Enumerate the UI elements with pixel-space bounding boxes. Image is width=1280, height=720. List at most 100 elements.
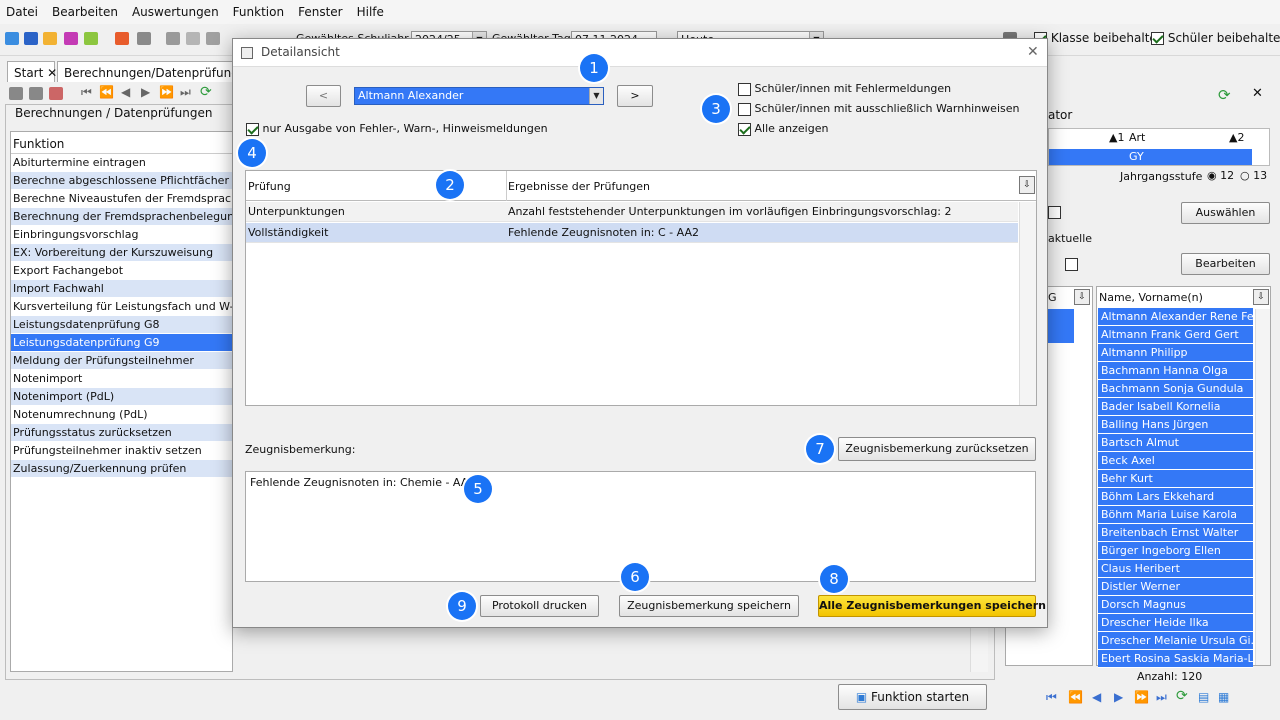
zeugnis-speichern-button[interactable]: Zeugnisbemerkung speichern [619, 595, 799, 617]
student-row[interactable]: Bartsch Almut [1098, 434, 1253, 452]
menu-item-0[interactable]: Datei [6, 5, 38, 19]
jg-12-radio[interactable]: ◉ 12 [1207, 169, 1234, 182]
first-icon[interactable]: ⏮ [1046, 690, 1057, 705]
save-icon[interactable] [9, 87, 23, 100]
grid-icon[interactable]: ▦ [1218, 690, 1229, 704]
toolbar-icon-2[interactable] [24, 32, 38, 45]
student-row[interactable]: Altmann Alexander Rene Fe... [1098, 308, 1253, 326]
col-ergebnis-header[interactable]: Ergebnisse der Prüfungen [508, 180, 650, 193]
g-column-header[interactable]: G [1048, 291, 1057, 304]
function-row[interactable]: Leistungsdatenprüfung G8 [11, 316, 232, 334]
column-menu-icon[interactable]: ⇩ [1074, 289, 1090, 305]
back-icon[interactable]: ◀ [1092, 690, 1101, 704]
export-icon[interactable] [49, 87, 63, 100]
function-row[interactable]: Leistungsdatenprüfung G9 [11, 334, 232, 352]
toolbar-icon-5[interactable] [84, 32, 98, 45]
lightning-icon[interactable] [206, 32, 220, 45]
function-row[interactable]: Prüfungsstatus zurücksetzen [11, 424, 232, 442]
art-col-header[interactable]: Art [1129, 131, 1145, 144]
grid-row[interactable]: Vollständigkeit Fehlende Zeugnisnoten in:… [246, 223, 1018, 243]
filter-alle-checkbox[interactable]: Alle anzeigen [738, 122, 828, 136]
student-row[interactable]: Dorsch Magnus [1098, 596, 1253, 614]
function-row[interactable]: Prüfungsteilnehmer inaktiv setzen [11, 442, 232, 460]
student-row[interactable]: Bürger Ingeborg Ellen [1098, 542, 1253, 560]
refresh-icon[interactable]: ⟳ [200, 84, 212, 100]
names-header[interactable]: Name, Vorname(n) [1099, 291, 1203, 304]
tab-berechnungen[interactable]: Berechnungen/Datenprüfungen [57, 61, 237, 82]
last-icon[interactable]: ⏭ [180, 85, 191, 100]
function-row[interactable]: Export Fachangebot [11, 262, 232, 280]
menu-item-4[interactable]: Fenster [298, 5, 343, 19]
menu-item-1[interactable]: Bearbeiten [52, 5, 118, 19]
function-row[interactable]: Einbringungsvorschlag [11, 226, 232, 244]
toolbar-icon-1[interactable] [5, 32, 19, 45]
student-row[interactable]: Balling Hans Jürgen [1098, 416, 1253, 434]
fast-back-icon[interactable]: ⏪ [1068, 690, 1083, 704]
function-row[interactable]: Notenimport (PdL) [11, 388, 232, 406]
student-row[interactable]: Bachmann Hanna Olga [1098, 362, 1253, 380]
grid-scrollbar[interactable] [1019, 202, 1036, 405]
function-row[interactable]: Notenimport [11, 370, 232, 388]
checkbox-icon[interactable] [1064, 257, 1078, 271]
student-row[interactable]: Beck Axel [1098, 452, 1253, 470]
student-row[interactable]: Breitenbach Ernst Walter [1098, 524, 1253, 542]
col-pruefung-header[interactable]: Prüfung [248, 180, 291, 193]
student-row[interactable]: Altmann Frank Gerd Gert [1098, 326, 1253, 344]
function-row[interactable]: EX: Vorbereitung der Kurszuweisung [11, 244, 232, 262]
toolbar-icon-8[interactable] [166, 32, 180, 45]
function-row[interactable]: Kursverteilung für Leistungsfach und W-S… [11, 298, 232, 316]
close-icon[interactable]: ✕ [1027, 44, 1039, 60]
toolbar-icon-3[interactable] [43, 32, 57, 45]
toolbar-icon-9[interactable] [186, 32, 200, 45]
sort-col-2[interactable]: ▲2 [1229, 131, 1244, 144]
g-selected-row[interactable] [1046, 309, 1074, 343]
close-icon[interactable]: ✕ [1252, 86, 1263, 101]
alle-speichern-button[interactable]: Alle Zeugnisbemerkungen speichern [818, 595, 1046, 617]
prev-student-button[interactable]: < [306, 85, 341, 107]
zeugnis-reset-button[interactable]: Zeugnisbemerkung zurücksetzen [838, 437, 1036, 461]
function-row[interactable]: Notenumrechnung (PdL) [11, 406, 232, 424]
checkbox-icon[interactable] [1048, 205, 1061, 219]
student-row[interactable]: Distler Werner [1098, 578, 1253, 596]
refresh-icon[interactable]: ⟳ [1176, 688, 1188, 704]
fast-back-icon[interactable]: ⏪ [99, 85, 114, 99]
toolbar-icon-4[interactable] [64, 32, 78, 45]
sort-col-1[interactable]: ▲1 [1109, 131, 1124, 144]
student-row[interactable]: Bachmann Sonja Gundula [1098, 380, 1253, 398]
grid-row[interactable]: Unterpunktungen Anzahl feststehender Unte… [246, 202, 1018, 222]
function-row[interactable]: Berechnung der Fremdsprachenbelegung [11, 208, 232, 226]
funktion-starten-button[interactable]: ▣ Funktion starten [838, 684, 987, 710]
jg-13-radio[interactable]: ○ 13 [1240, 169, 1267, 182]
function-row[interactable]: Berechne abgeschlossene Pflichtfächer [11, 172, 232, 190]
names-scrollbar[interactable] [1255, 309, 1270, 665]
function-row[interactable]: Zulassung/Zuerkennung prüfen [11, 460, 232, 478]
student-row[interactable]: Böhm Maria Luise Karola [1098, 506, 1253, 524]
forward-icon[interactable]: ▶ [1114, 690, 1123, 704]
filter-warn-checkbox[interactable]: Schüler/innen mit ausschließlich Warnhin… [738, 102, 1019, 116]
forward-icon[interactable]: ▶ [141, 85, 150, 99]
student-row[interactable]: Ebert Rosina Saskia Maria-L... [1098, 650, 1253, 668]
fast-forward-icon[interactable]: ⏩ [159, 85, 174, 99]
protokoll-drucken-button[interactable]: Protokoll drucken [480, 595, 599, 617]
first-icon[interactable]: ⏮ [81, 85, 92, 100]
art-row-selected[interactable]: GY [1049, 149, 1252, 165]
filter-fehler-checkbox[interactable]: Schüler/innen mit Fehlermeldungen [738, 82, 951, 96]
student-row[interactable]: Altmann Philipp [1098, 344, 1253, 362]
next-student-button[interactable]: > [617, 85, 653, 107]
function-row[interactable]: Abiturtermine eintragen [11, 154, 232, 172]
column-menu-icon[interactable]: ⇩ [1253, 289, 1269, 305]
back-icon[interactable]: ◀ [121, 85, 130, 99]
student-row[interactable]: Drescher Melanie Ursula Gi... [1098, 632, 1253, 650]
auswaehlen-button[interactable]: Auswählen [1181, 202, 1270, 224]
function-row[interactable]: Berechne Niveaustufen der Fremdsprachen [11, 190, 232, 208]
close-icon[interactable]: ✕ [47, 66, 57, 80]
toolbar-icon-6[interactable] [115, 32, 129, 45]
menu-item-2[interactable]: Auswertungen [132, 5, 219, 19]
menu-item-3[interactable]: Funktion [233, 5, 284, 19]
column-menu-icon[interactable]: ⇩ [1019, 176, 1035, 194]
student-row[interactable]: Böhm Lars Ekkehard [1098, 488, 1253, 506]
refresh-icon[interactable]: ⟳ [1218, 86, 1231, 104]
function-column-header[interactable]: Funktion [11, 132, 232, 154]
bearbeiten-button[interactable]: Bearbeiten [1181, 253, 1270, 275]
undo-icon[interactable] [29, 87, 43, 100]
